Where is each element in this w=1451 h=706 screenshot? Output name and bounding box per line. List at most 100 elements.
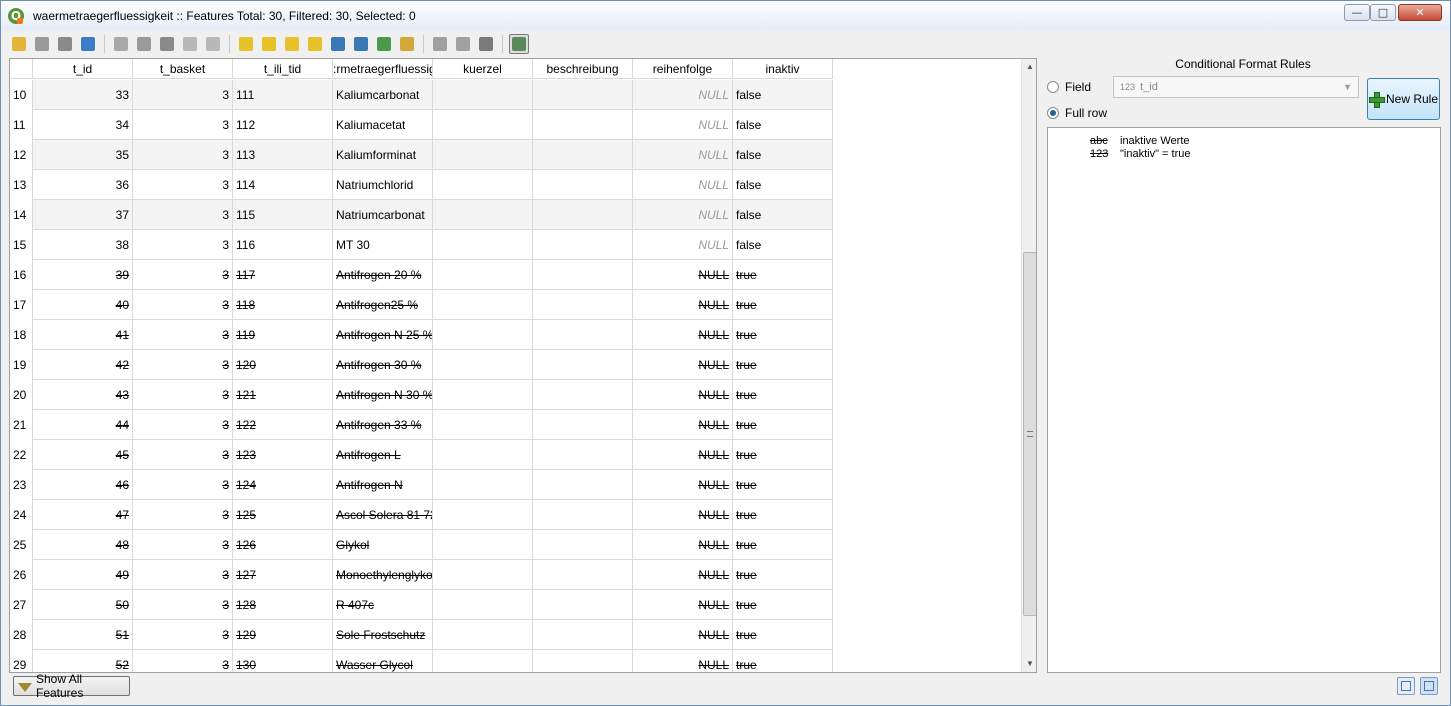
delete-features-button[interactable] xyxy=(134,34,154,54)
cell-t-id[interactable]: 35 xyxy=(33,140,133,170)
table-row[interactable]: 15 38 3 116 MT 30 NULL false xyxy=(10,230,833,260)
select-by-expression-button[interactable] xyxy=(236,34,256,54)
row-number[interactable]: 25 xyxy=(10,530,33,560)
cell-inaktiv[interactable]: false xyxy=(733,200,833,230)
cell-inaktiv[interactable]: true xyxy=(733,260,833,290)
cell-t-basket[interactable]: 3 xyxy=(133,260,233,290)
cell-t-basket[interactable]: 3 xyxy=(133,620,233,650)
cell-kuerzel[interactable] xyxy=(433,320,533,350)
cell-name[interactable]: Antifrogen N 30 % xyxy=(333,380,433,410)
table-row[interactable]: 14 37 3 115 Natriumcarbonat NULL false xyxy=(10,200,833,230)
cell-beschreibung[interactable] xyxy=(533,650,633,672)
row-number[interactable]: 18 xyxy=(10,320,33,350)
cell-t-id[interactable]: 41 xyxy=(33,320,133,350)
cell-beschreibung[interactable] xyxy=(533,380,633,410)
table-row[interactable]: 12 35 3 113 Kaliumforminat NULL false xyxy=(10,140,833,170)
table-row[interactable]: 28 51 3 129 Sole Frostschutz NULL true xyxy=(10,620,833,650)
row-number[interactable]: 13 xyxy=(10,170,33,200)
column-header[interactable]: kuerzel xyxy=(433,59,533,79)
cell-name[interactable]: R 407c xyxy=(333,590,433,620)
cell-t-id[interactable]: 37 xyxy=(33,200,133,230)
move-selection-top-button[interactable] xyxy=(351,34,371,54)
full-row-radio[interactable]: Full row xyxy=(1047,106,1107,120)
row-number[interactable]: 24 xyxy=(10,500,33,530)
column-header[interactable]: :rmetraegerfluessig xyxy=(333,59,433,79)
table-row[interactable]: 18 41 3 119 Antifrogen N 25 % NULL true xyxy=(10,320,833,350)
scroll-down-icon[interactable]: ▼ xyxy=(1025,659,1035,669)
cell-t-basket[interactable]: 3 xyxy=(133,530,233,560)
row-number[interactable]: 16 xyxy=(10,260,33,290)
cell-t-id[interactable]: 40 xyxy=(33,290,133,320)
cut-button[interactable] xyxy=(157,34,177,54)
new-rule-button[interactable]: New Rule xyxy=(1367,78,1440,120)
table-row[interactable]: 21 44 3 122 Antifrogen 33 % NULL true xyxy=(10,410,833,440)
cell-inaktiv[interactable]: true xyxy=(733,320,833,350)
cell-beschreibung[interactable] xyxy=(533,260,633,290)
cell-t-id[interactable]: 49 xyxy=(33,560,133,590)
cell-inaktiv[interactable]: true xyxy=(733,500,833,530)
row-number[interactable]: 15 xyxy=(10,230,33,260)
cell-t-id[interactable]: 33 xyxy=(33,80,133,110)
field-combo[interactable]: 123 t_id ▼ xyxy=(1113,76,1359,98)
cell-reihenfolge[interactable]: NULL xyxy=(633,530,733,560)
show-all-features-button[interactable]: Show All Features xyxy=(13,672,130,700)
table-row[interactable]: 29 52 3 130 Wasser Glycol NULL true xyxy=(10,650,833,672)
cell-t-ili-tid[interactable]: 127 xyxy=(233,560,333,590)
cell-t-id[interactable]: 42 xyxy=(33,350,133,380)
cell-reihenfolge[interactable]: NULL xyxy=(633,560,733,590)
cell-kuerzel[interactable] xyxy=(433,590,533,620)
cell-name[interactable]: Natriumchlorid xyxy=(333,170,433,200)
cell-kuerzel[interactable] xyxy=(433,650,533,672)
table-row[interactable]: 13 36 3 114 Natriumchlorid NULL false xyxy=(10,170,833,200)
rule-item[interactable]: abc inaktive Werte 123 "inaktiv" = true xyxy=(1090,135,1190,161)
cell-t-ili-tid[interactable]: 116 xyxy=(233,230,333,260)
cell-kuerzel[interactable] xyxy=(433,530,533,560)
cell-inaktiv[interactable]: false xyxy=(733,140,833,170)
table-row[interactable]: 26 49 3 127 Monoethylenglykol NULL true xyxy=(10,560,833,590)
row-number[interactable]: 26 xyxy=(10,560,33,590)
cell-inaktiv[interactable]: true xyxy=(733,410,833,440)
conditional-formatting-button[interactable] xyxy=(509,34,529,54)
cell-beschreibung[interactable] xyxy=(533,410,633,440)
cell-reihenfolge[interactable]: NULL xyxy=(633,380,733,410)
header-corner[interactable] xyxy=(10,59,33,79)
deselect-all-button[interactable] xyxy=(305,34,325,54)
table-row[interactable]: 20 43 3 121 Antifrogen N 30 % NULL true xyxy=(10,380,833,410)
cell-reihenfolge[interactable]: NULL xyxy=(633,650,733,672)
cell-name[interactable]: Antifrogen 30 % xyxy=(333,350,433,380)
cell-name[interactable]: Monoethylenglykol xyxy=(333,560,433,590)
row-number[interactable]: 29 xyxy=(10,650,33,672)
cell-t-id[interactable]: 46 xyxy=(33,470,133,500)
cell-inaktiv[interactable]: true xyxy=(733,560,833,590)
invert-selection-button[interactable] xyxy=(282,34,302,54)
table-row[interactable]: 25 48 3 126 Glykol NULL true xyxy=(10,530,833,560)
cell-name[interactable]: Sole Frostschutz xyxy=(333,620,433,650)
cell-beschreibung[interactable] xyxy=(533,140,633,170)
reload-button[interactable] xyxy=(78,34,98,54)
cell-t-ili-tid[interactable]: 124 xyxy=(233,470,333,500)
vertical-scrollbar[interactable]: ▲ ▼ xyxy=(1021,59,1036,672)
row-number[interactable]: 28 xyxy=(10,620,33,650)
scroll-thumb[interactable] xyxy=(1023,252,1036,616)
cell-t-id[interactable]: 36 xyxy=(33,170,133,200)
cell-beschreibung[interactable] xyxy=(533,350,633,380)
cell-name[interactable]: Antifrogen25 % xyxy=(333,290,433,320)
cell-t-basket[interactable]: 3 xyxy=(133,350,233,380)
new-field-button[interactable] xyxy=(430,34,450,54)
cell-reihenfolge[interactable]: NULL xyxy=(633,590,733,620)
cell-t-ili-tid[interactable]: 117 xyxy=(233,260,333,290)
cell-t-ili-tid[interactable]: 130 xyxy=(233,650,333,672)
table-row[interactable]: 10 33 3 111 Kaliumcarbonat NULL false xyxy=(10,80,833,110)
column-header[interactable]: t_basket xyxy=(133,59,233,79)
cell-t-id[interactable]: 43 xyxy=(33,380,133,410)
cell-t-basket[interactable]: 3 xyxy=(133,380,233,410)
table-row[interactable]: 19 42 3 120 Antifrogen 30 % NULL true xyxy=(10,350,833,380)
cell-t-ili-tid[interactable]: 123 xyxy=(233,440,333,470)
cell-name[interactable]: Glykol xyxy=(333,530,433,560)
column-header[interactable]: inaktiv xyxy=(733,59,833,79)
cell-beschreibung[interactable] xyxy=(533,320,633,350)
cell-reihenfolge[interactable]: NULL xyxy=(633,350,733,380)
table-row[interactable]: 17 40 3 118 Antifrogen25 % NULL true xyxy=(10,290,833,320)
cell-name[interactable]: Natriumcarbonat xyxy=(333,200,433,230)
cell-kuerzel[interactable] xyxy=(433,350,533,380)
